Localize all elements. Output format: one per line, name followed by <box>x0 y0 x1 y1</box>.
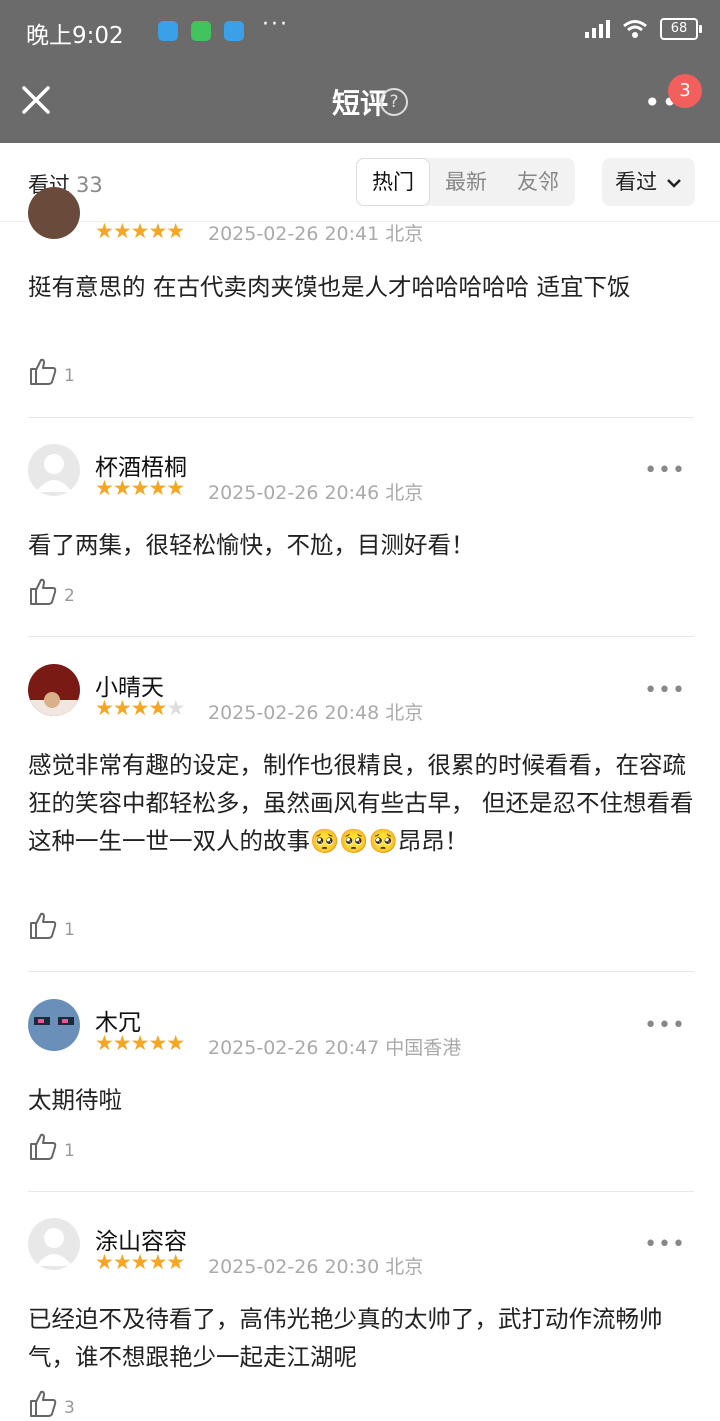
wechat-icon <box>191 21 211 41</box>
avatar[interactable] <box>28 187 80 239</box>
review-menu-button[interactable]: ••• <box>644 1013 686 1038</box>
like-count: 1 <box>64 366 75 386</box>
battery-icon: 68 <box>660 18 702 40</box>
status-bar: 晚上9:02 ··· 68 <box>0 0 720 62</box>
rating-stars: ★★★★★ <box>95 476 185 500</box>
divider <box>28 417 694 418</box>
app-notification-icon <box>158 21 178 41</box>
like-count: 1 <box>64 1141 75 1161</box>
rating-stars: ★★★★★ <box>95 1031 185 1055</box>
status-time: 晚上9:02 <box>26 23 124 49</box>
thumbs-up-icon <box>30 1390 57 1417</box>
more-notifications-icon: ··· <box>262 12 289 37</box>
like-button[interactable]: 1 <box>28 910 75 940</box>
rating-stars: ★★★★★ <box>95 696 185 720</box>
review-location: 北京 <box>385 1256 424 1278</box>
divider <box>28 636 694 637</box>
seen-filter-dropdown[interactable]: 看过 <box>602 158 695 206</box>
avatar[interactable] <box>28 444 80 496</box>
page-title: 短评 <box>331 87 388 120</box>
review-menu-button[interactable]: ••• <box>644 678 686 703</box>
review-location: 中国香港 <box>385 1037 462 1059</box>
review-time: 2025-02-26 20:41 <box>208 223 380 245</box>
review-location: 北京 <box>385 482 424 504</box>
like-count: 1 <box>64 920 75 940</box>
app-header: 晚上9:02 ··· 68 短评 ? •• 3 <box>0 0 720 143</box>
avatar-image-icon <box>28 692 80 716</box>
like-count: 3 <box>64 1398 75 1418</box>
review-time: 2025-02-26 20:30 <box>208 1256 380 1278</box>
avatar[interactable] <box>28 664 80 716</box>
review-menu-button[interactable]: ••• <box>644 458 686 483</box>
review-time: 2025-02-26 20:46 <box>208 482 380 504</box>
thumbs-up-icon <box>30 912 57 939</box>
review-card: 涂山容容 ★★★★★ 2025-02-26 20:30 北京 ••• 已经迫不及… <box>28 1218 694 1418</box>
default-avatar-icon <box>36 454 72 492</box>
tab-friends[interactable]: 友邻 <box>502 158 574 206</box>
review-card: 木冗 ★★★★★ 2025-02-26 20:47 中国香港 ••• 太期待啦 … <box>28 999 694 1169</box>
thumbs-up-icon <box>30 1133 57 1160</box>
signal-icon <box>585 20 610 38</box>
review-meta: 2025-02-26 20:30 北京 <box>208 1252 423 1279</box>
review-text: 挺有意思的 在古代卖肉夹馍也是人才哈哈哈哈哈 适宜下饭 <box>28 273 631 301</box>
nav-bar: 短评 ? •• 3 <box>0 62 720 143</box>
default-avatar-icon <box>36 1228 72 1266</box>
help-icon[interactable]: ? <box>380 88 408 116</box>
review-location: 北京 <box>385 702 424 724</box>
thumbs-up-icon <box>30 358 57 385</box>
review-text: 看了两集，很轻松愉快，不尬，目测好看！ <box>28 531 475 559</box>
like-button[interactable]: 3 <box>28 1388 75 1418</box>
sort-tabs: 热门 最新 友邻 <box>356 158 575 206</box>
like-button[interactable]: 1 <box>28 356 75 386</box>
notification-badge: 3 <box>668 74 702 108</box>
review-meta: 2025-02-26 20:47 中国香港 <box>208 1033 461 1060</box>
thumbs-up-icon <box>30 578 57 605</box>
tab-hot[interactable]: 热门 <box>356 158 430 206</box>
review-meta: 2025-02-26 20:46 北京 <box>208 478 423 505</box>
like-button[interactable]: 1 <box>28 1131 75 1161</box>
review-text: 太期待啦 <box>28 1086 122 1114</box>
review-text: 感觉非常有趣的设定，制作也很精良，很累的时候看看，在容疏狂的笑容中都轻松多，虽然… <box>28 751 694 855</box>
divider <box>28 1191 694 1192</box>
review-time: 2025-02-26 20:48 <box>208 702 380 724</box>
review-card: 杯酒梧桐 ★★★★★ 2025-02-26 20:46 北京 ••• 看了两集，… <box>28 444 694 614</box>
review-menu-button[interactable]: ••• <box>644 1232 686 1257</box>
review-meta: 2025-02-26 20:41 北京 <box>208 219 423 246</box>
shop-icon <box>224 21 244 41</box>
tab-latest[interactable]: 最新 <box>430 158 502 206</box>
like-count: 2 <box>64 586 75 606</box>
review-card: ★★★★★ 2025-02-26 20:41 北京 挺有意思的 在古代卖肉夹馍也… <box>28 187 694 392</box>
dropdown-label: 看过 <box>615 170 658 194</box>
like-button[interactable]: 2 <box>28 576 75 606</box>
wifi-icon <box>623 20 647 38</box>
review-location: 北京 <box>385 223 424 245</box>
avatar[interactable] <box>28 1218 80 1270</box>
chevron-down-icon <box>666 179 681 188</box>
review-meta: 2025-02-26 20:48 北京 <box>208 698 423 725</box>
review-text: 已经迫不及待看了，高伟光艳少真的太帅了，武打动作流畅帅气，谁不想跟艳少一起走江湖… <box>28 1305 663 1371</box>
seen-count: 33 <box>76 173 103 197</box>
avatar-image-icon <box>34 1017 74 1025</box>
rating-stars: ★★★★★ <box>95 1250 185 1274</box>
rating-stars: ★★★★★ <box>95 219 185 243</box>
divider <box>28 971 694 972</box>
review-card: 小晴天 ★★★★★ 2025-02-26 20:48 北京 ••• 感觉非常有趣… <box>28 664 694 954</box>
review-time: 2025-02-26 20:47 <box>208 1037 380 1059</box>
avatar[interactable] <box>28 999 80 1051</box>
